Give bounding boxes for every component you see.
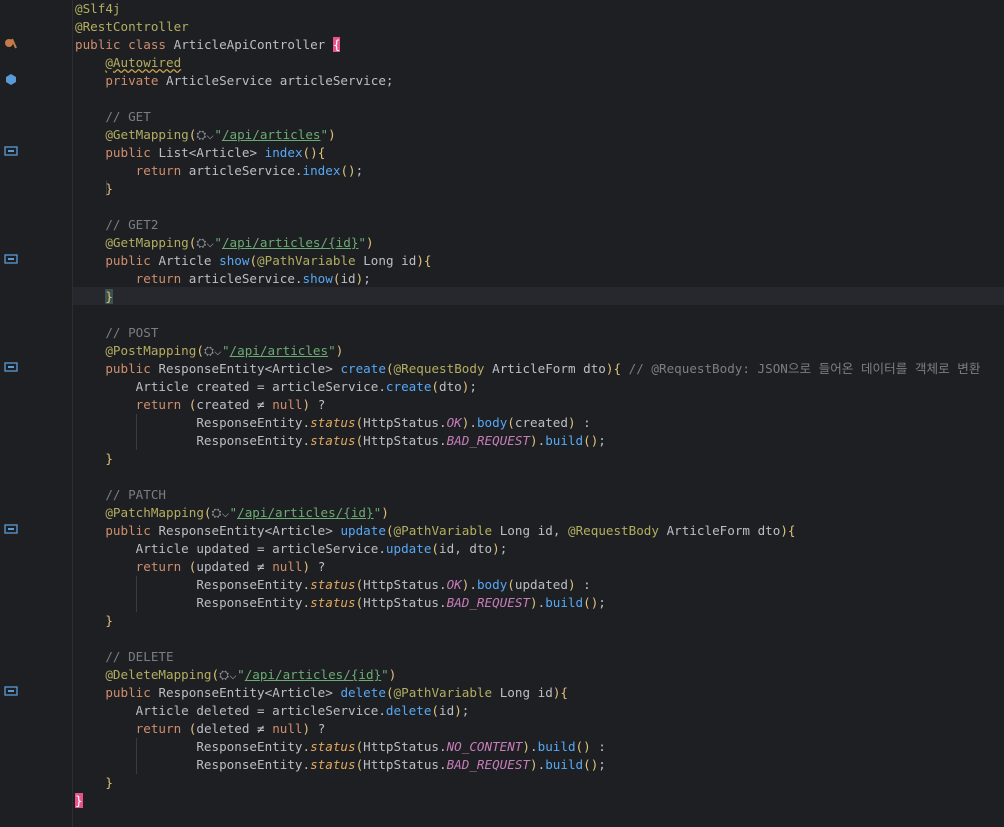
code-editor[interactable]: @Slf4j @RestController public class Articl… [0, 0, 1004, 827]
code-line[interactable]: public ResponseEntity<Article> update(@P… [75, 522, 795, 540]
code-line[interactable]: @PostMapping(⛭⌵"/api/articles") [75, 342, 343, 360]
code-line[interactable]: private ArticleService articleService; [75, 72, 393, 90]
code-line[interactable]: ResponseEntity.status(HttpStatus.OK).bod… [75, 576, 590, 594]
code-line[interactable]: return (updated ≠ null) ? [75, 558, 326, 576]
code-line[interactable]: Article updated = articleService.update(… [75, 540, 508, 558]
gutter-separator [72, 0, 73, 827]
code-line[interactable]: } [75, 180, 113, 198]
code-line[interactable]: public class ArticleApiController { [75, 36, 341, 54]
code-line[interactable]: } [75, 792, 83, 810]
code-line[interactable]: @Slf4j [75, 0, 121, 18]
code-line[interactable]: public ResponseEntity<Article> create(@R… [75, 360, 980, 378]
endpoint-icon[interactable] [4, 522, 18, 536]
editor-gutter [0, 0, 72, 827]
code-line[interactable]: return (deleted ≠ null) ? [75, 720, 326, 738]
code-line[interactable]: ResponseEntity.status(HttpStatus.BAD_REQ… [75, 594, 606, 612]
code-line[interactable]: // DELETE [75, 648, 173, 666]
code-line[interactable]: Article created = articleService.create(… [75, 378, 477, 396]
code-line[interactable]: } [75, 450, 113, 468]
code-line[interactable]: // POST [75, 324, 158, 342]
endpoint-icon[interactable] [4, 252, 18, 266]
code-line[interactable]: @PatchMapping(⛭⌵"/api/articles/{id}") [75, 504, 388, 522]
code-line[interactable]: @DeleteMapping(⛭⌵"/api/articles/{id}") [75, 666, 396, 684]
code-line[interactable]: @Autowired [75, 54, 181, 72]
code-line[interactable]: } [75, 612, 113, 630]
code-line[interactable]: @RestController [75, 18, 189, 36]
current-line-highlight [0, 287, 1004, 305]
code-line[interactable]: Article deleted = articleService.delete(… [75, 702, 470, 720]
code-line[interactable]: ResponseEntity.status(HttpStatus.BAD_REQ… [75, 756, 606, 774]
code-line[interactable]: ResponseEntity.status(HttpStatus.BAD_REQ… [75, 432, 606, 450]
autowired-bean-icon[interactable] [4, 72, 18, 86]
code-line[interactable]: // GET2 [75, 216, 158, 234]
endpoint-icon[interactable] [4, 360, 18, 374]
code-line[interactable]: ResponseEntity.status(HttpStatus.OK).bod… [75, 414, 590, 432]
code-line[interactable]: return articleService.show(id); [75, 270, 371, 288]
code-line[interactable]: // GET [75, 108, 151, 126]
code-line[interactable]: ResponseEntity.status(HttpStatus.NO_CONT… [75, 738, 606, 756]
code-line[interactable]: // PATCH [75, 486, 166, 504]
code-line[interactable]: } [75, 288, 113, 306]
spring-bean-icon[interactable] [4, 36, 18, 50]
endpoint-icon[interactable] [4, 684, 18, 698]
code-line[interactable]: @GetMapping(⛭⌵"/api/articles") [75, 126, 335, 144]
code-line[interactable]: public Article show(@PathVariable Long i… [75, 252, 431, 270]
code-line[interactable]: } [75, 774, 113, 792]
code-line[interactable]: public List<Article> index(){ [75, 144, 325, 162]
code-line[interactable]: return (created ≠ null) ? [75, 396, 326, 414]
code-line[interactable]: public ResponseEntity<Article> delete(@P… [75, 684, 568, 702]
code-line[interactable]: @GetMapping(⛭⌵"/api/articles/{id}") [75, 234, 373, 252]
endpoint-icon[interactable] [4, 144, 18, 158]
code-line[interactable]: return articleService.index(); [75, 162, 364, 180]
